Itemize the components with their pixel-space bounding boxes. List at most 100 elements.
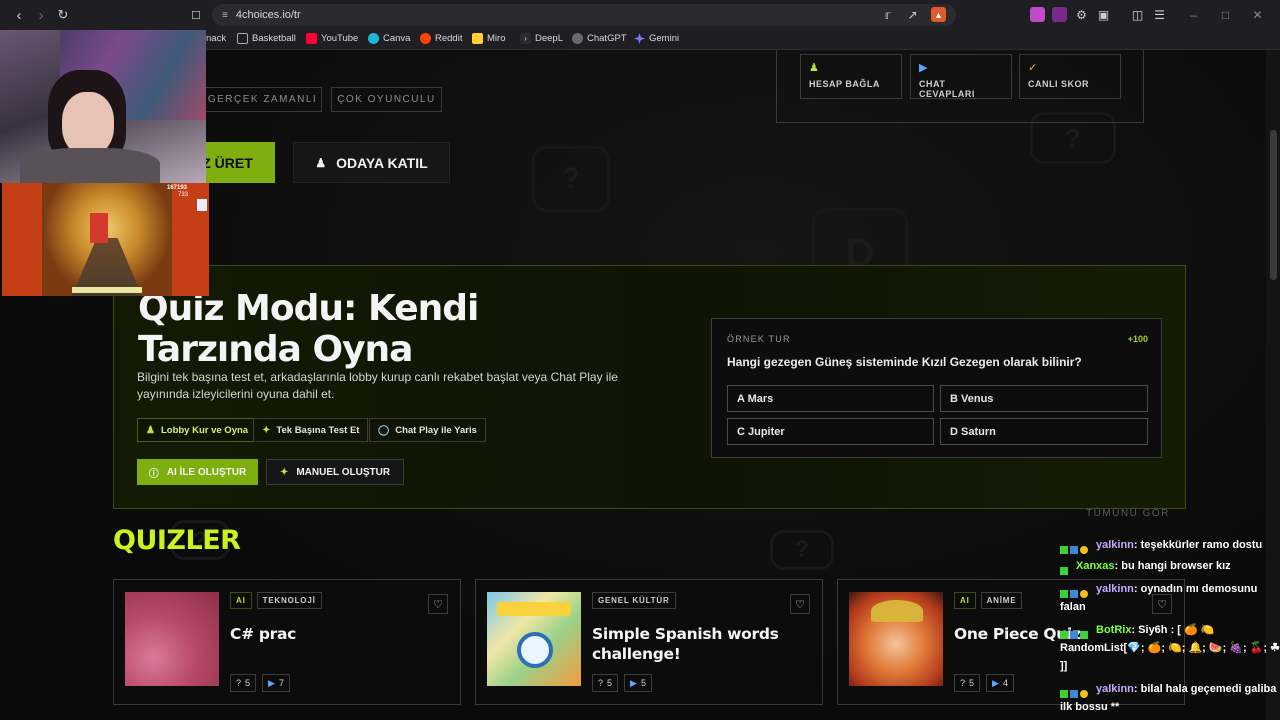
bookmark-item[interactable]: YouTube: [306, 33, 358, 44]
answer-option-d[interactable]: D Saturn: [940, 418, 1148, 445]
quizzes-heading: QUIZLER: [113, 525, 241, 556]
magnifier-icon: [517, 632, 553, 668]
play-count: ▶ 4: [986, 674, 1014, 692]
address-bar[interactable]: ≡ 4choices.io/tr: [212, 4, 956, 26]
bookmark-item[interactable]: Basketball: [237, 33, 296, 44]
tag-realtime: GERÇEK ZAMANLI: [203, 87, 322, 112]
points-badge: +100: [1127, 334, 1148, 344]
youtube-icon: [306, 33, 317, 44]
deepl-icon: ›: [520, 33, 531, 44]
category-badge: AI: [230, 592, 252, 609]
play-icon: ▶: [630, 677, 637, 688]
chip-lobby[interactable]: ♟ Lobby Kur ve Oyna: [137, 418, 258, 442]
bookmark-item[interactable]: Canva: [368, 33, 410, 44]
streamer-face: [62, 92, 114, 156]
category-badge: TEKNOLOJİ: [256, 592, 322, 609]
chat-bubble-icon: ◯: [378, 424, 390, 436]
play-count: ▶ 5: [624, 674, 652, 692]
question-count: ? 5: [954, 674, 981, 692]
check-circle-icon: ✓: [1028, 62, 1038, 74]
miro-icon: [472, 33, 483, 44]
chat-message: yalkinn: teşekkürler ramo dostu: [1060, 536, 1280, 555]
feature-card: ✓ CANLI SKOR: [1019, 54, 1121, 99]
sparkle-icon: ✦: [262, 424, 271, 436]
stream-chat: yalkinn: teşekkürler ramo dostu Xanxas: …: [1060, 536, 1280, 720]
play-circle-icon: ▶: [919, 62, 928, 74]
reload-icon[interactable]: ↻: [52, 4, 74, 26]
chat-message: BotRix: Siy6h : [ 🍊 🍋 RandomList[💎; 🍊; 🍋…: [1060, 624, 1280, 672]
close-icon[interactable]: ✕: [1250, 7, 1265, 22]
translate-icon[interactable]: 𝕣: [880, 7, 895, 22]
users-icon: ♟: [809, 62, 819, 74]
back-icon[interactable]: ‹: [8, 4, 30, 26]
bookmark-item[interactable]: › DeepL: [520, 33, 563, 44]
chip-solo[interactable]: ✦ Tek Başına Test Et: [253, 418, 369, 442]
quiz-thumbnail: [487, 592, 581, 686]
question-icon: ?: [960, 678, 966, 688]
answer-option-a[interactable]: A Mars: [727, 385, 934, 412]
question-icon: ?: [236, 678, 242, 688]
reddit-icon: [420, 33, 431, 44]
sidebar-icon[interactable]: ◫: [1130, 7, 1145, 22]
brave-shield-icon[interactable]: ▲: [931, 7, 946, 22]
quiz-thumbnail: [125, 592, 219, 686]
sparkle-icon: ✦: [279, 466, 289, 478]
puzzle-icon[interactable]: ⚙: [1074, 7, 1089, 22]
straw-hat-icon: [871, 600, 923, 622]
bookmark-item[interactable]: ChatGPT: [572, 33, 627, 44]
wallet-icon[interactable]: ▣: [1096, 7, 1111, 22]
chat-message: yalkinn: bilal hala geçemedi galiba ilk …: [1060, 683, 1277, 713]
extension-icon[interactable]: [1052, 7, 1067, 22]
game-score: 167193: [167, 185, 188, 191]
quiz-mode-panel: Quiz Modu: Kendi Tarzında Oyna Bilgini t…: [113, 265, 1186, 509]
maximize-icon[interactable]: □: [1218, 7, 1233, 22]
play-icon: ▶: [268, 677, 275, 688]
quiz-title: Simple Spanish words challenge!: [592, 625, 779, 663]
forward-icon[interactable]: ›: [30, 4, 52, 26]
example-question: Hangi gezegen Güneş sisteminde Kızıl Gez…: [727, 355, 1082, 369]
url-text: 4choices.io/tr: [235, 9, 301, 21]
game-coins: 733: [178, 192, 189, 198]
extension-icon[interactable]: [1030, 7, 1045, 22]
chat-message: Xanxas: bu hangi browser kız: [1060, 557, 1280, 576]
heart-icon[interactable]: ♡: [790, 594, 810, 614]
train: [90, 213, 108, 243]
bookmark-item[interactable]: Miro: [472, 33, 505, 44]
category-badge: ANİME: [980, 592, 1023, 609]
thumbnail-banner: [497, 602, 571, 616]
chip-chat-play[interactable]: ◯ Chat Play ile Yaris: [369, 418, 486, 442]
see-all-link[interactable]: TÜMÜNÜ GÖR: [1086, 508, 1170, 519]
bookmark-icon[interactable]: ☐: [185, 4, 207, 26]
chatgpt-icon: [572, 33, 583, 44]
join-room-button[interactable]: ♟ ODAYA KATIL: [293, 142, 450, 183]
canva-icon: [368, 33, 379, 44]
answer-option-c[interactable]: C Jupiter: [727, 418, 934, 445]
bookmark-item[interactable]: nack: [206, 33, 226, 44]
badge-icons: [1060, 562, 1070, 580]
streamer-shirt: [20, 148, 160, 183]
heart-icon[interactable]: ♡: [428, 594, 448, 614]
badge-icons: [1060, 585, 1090, 603]
quiz-card[interactable]: AI TEKNOLOJİ ♡ C# prac ? 5 ▶ 7: [113, 579, 461, 705]
chat-message: yalkinn: oynadın mı demosunu falan: [1060, 583, 1258, 613]
site-info-icon[interactable]: ≡: [222, 10, 228, 21]
ai-create-button[interactable]: ⓘ AI İLE OLUŞTUR: [137, 459, 258, 485]
bookmark-item[interactable]: Gemini: [634, 33, 679, 44]
share-icon[interactable]: ↗: [905, 7, 920, 22]
feature-card: ♟ HESAP BAĞLA: [800, 54, 902, 99]
quiz-mode-title: Quiz Modu: Kendi Tarzında Oyna: [138, 288, 479, 370]
gemini-icon: [634, 33, 645, 44]
bookmark-item[interactable]: Reddit: [420, 33, 462, 44]
quiz-thumbnail: [849, 592, 943, 686]
scroll-thumb[interactable]: [1270, 130, 1277, 280]
question-bubble-icon: ?: [770, 530, 834, 570]
menu-icon[interactable]: ☰: [1152, 7, 1167, 22]
minimize-icon[interactable]: –: [1186, 7, 1201, 22]
quiz-card[interactable]: GENEL KÜLTÜR ♡ Simple Spanish words chal…: [475, 579, 823, 705]
category-badge: GENEL KÜLTÜR: [592, 592, 676, 609]
browser-toolbar: ‹ › ↻ ☐ ≡ 4choices.io/tr 𝕣 ↗ ▲ ⚙ ▣ ◫ ☰ –…: [0, 0, 1280, 30]
tag-multiplayer: ÇOK OYUNCULU: [331, 87, 442, 112]
quiz-mode-description: Bilgini tek başına test et, arkadaşların…: [137, 370, 618, 401]
manual-create-button[interactable]: ✦ MANUEL OLUŞTUR: [266, 459, 404, 485]
answer-option-b[interactable]: B Venus: [940, 385, 1148, 412]
